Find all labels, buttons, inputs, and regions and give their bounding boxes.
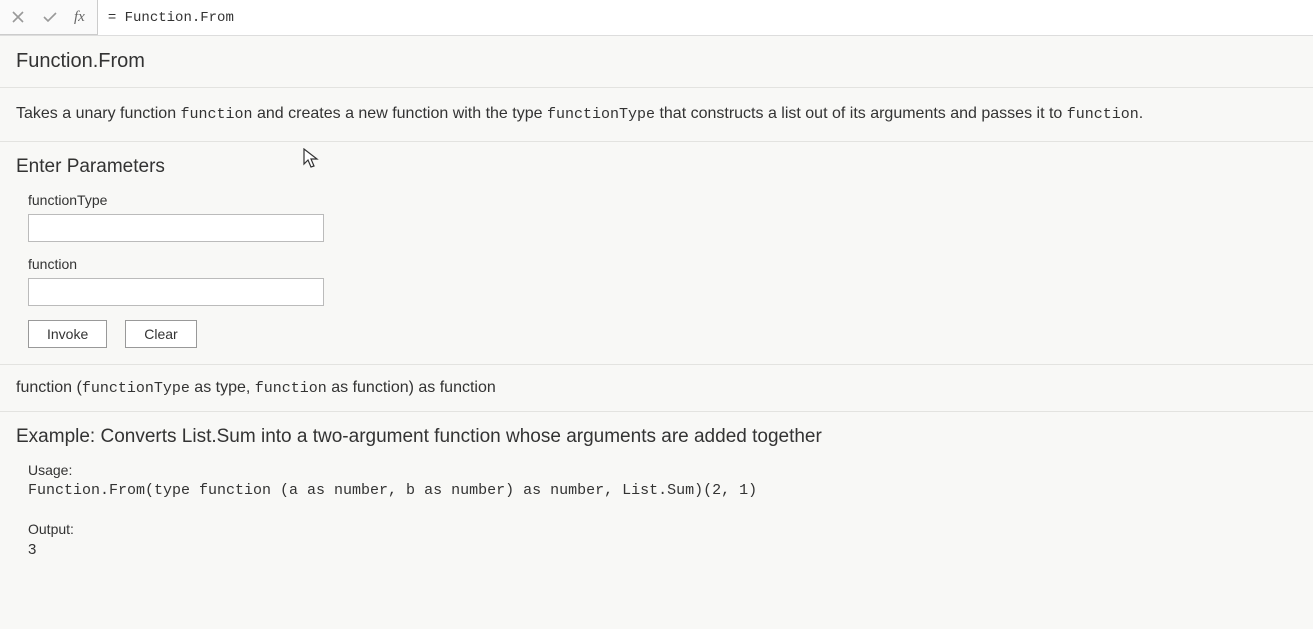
param-label-functiontype: functionType xyxy=(28,192,1297,208)
invoke-button[interactable]: Invoke xyxy=(28,320,107,348)
signature-section: function (functionType as type, function… xyxy=(0,365,1313,412)
sig-part: function ( xyxy=(16,379,82,396)
sig-arg: function xyxy=(255,380,327,397)
function-input[interactable] xyxy=(28,278,324,306)
functiontype-input[interactable] xyxy=(28,214,324,242)
confirm-icon[interactable] xyxy=(40,7,60,27)
example-body: Usage: Function.From(type function (a as… xyxy=(28,462,1297,558)
usage-label: Usage: xyxy=(28,462,1297,478)
param-label-function: function xyxy=(28,256,1297,272)
example-section: Example: Converts List.Sum into a two-ar… xyxy=(0,412,1313,572)
usage-code: Function.From(type function (a as number… xyxy=(28,482,1297,499)
desc-code: function xyxy=(1067,106,1139,123)
function-title: Function.From xyxy=(16,50,1297,73)
sig-arg: functionType xyxy=(82,380,190,397)
desc-part: Takes a unary function xyxy=(16,105,181,122)
example-title: Example: Converts List.Sum into a two-ar… xyxy=(16,426,1297,448)
formula-bar: fx xyxy=(0,0,1313,36)
output-label: Output: xyxy=(28,521,1297,537)
clear-button[interactable]: Clear xyxy=(125,320,196,348)
sig-part: as type, xyxy=(190,379,255,396)
desc-part: . xyxy=(1139,105,1143,122)
description-text: Takes a unary function function and crea… xyxy=(16,105,1143,122)
formula-input[interactable] xyxy=(98,0,1313,35)
fx-label: fx xyxy=(72,9,89,26)
title-section: Function.From xyxy=(0,36,1313,88)
parameters-heading: Enter Parameters xyxy=(16,156,1297,178)
content-area: Function.From Takes a unary function fun… xyxy=(0,36,1313,572)
desc-part: and creates a new function with the type xyxy=(253,105,547,122)
desc-part: that constructs a list out of its argume… xyxy=(655,105,1067,122)
param-group-functiontype: functionType xyxy=(28,192,1297,242)
signature-text: function (functionType as type, function… xyxy=(16,379,496,396)
param-group-function: function xyxy=(28,256,1297,306)
parameters-section: Enter Parameters functionType function I… xyxy=(0,142,1313,365)
cancel-icon[interactable] xyxy=(8,7,28,27)
button-row: Invoke Clear xyxy=(28,320,1297,348)
output-value: 3 xyxy=(28,541,1297,558)
formula-bar-controls: fx xyxy=(0,0,98,35)
description-section: Takes a unary function function and crea… xyxy=(0,88,1313,142)
desc-code: functionType xyxy=(547,106,655,123)
sig-part: as function) as function xyxy=(327,379,496,396)
desc-code: function xyxy=(181,106,253,123)
